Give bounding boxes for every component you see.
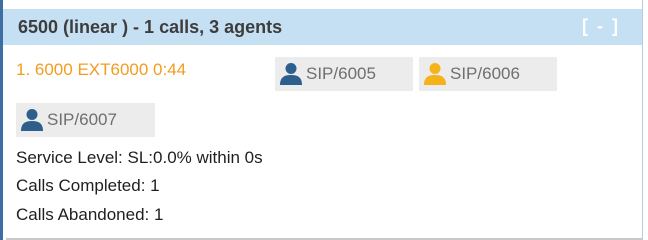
agent-sip-6006[interactable]: SIP/6006: [419, 57, 557, 91]
waiting-call: 1. 6000 EXT6000 0:44: [16, 60, 187, 79]
agent-label: SIP/6006: [450, 64, 520, 83]
user-icon: [280, 63, 302, 85]
queue-header: 6500 (linear ) - 1 calls, 3 agents [ - ]: [3, 9, 642, 45]
agent-label: SIP/6007: [47, 110, 117, 129]
user-icon: [21, 109, 43, 131]
queue-panel: 6500 (linear ) - 1 calls, 3 agents [ - ]…: [0, 0, 643, 240]
agent-sip-6005[interactable]: SIP/6005: [275, 57, 413, 91]
agent-sip-6007[interactable]: SIP/6007: [16, 103, 155, 137]
collapse-button[interactable]: [ - ]: [582, 16, 620, 37]
service-level: Service Level: SL:0.0% within 0s: [16, 148, 263, 167]
calls-completed: Calls Completed: 1: [16, 176, 160, 195]
agent-label: SIP/6005: [306, 64, 376, 83]
queue-title: 6500 (linear ) - 1 calls, 3 agents: [18, 17, 283, 37]
calls-abandoned: Calls Abandoned: 1: [16, 205, 164, 224]
user-icon: [424, 63, 446, 85]
